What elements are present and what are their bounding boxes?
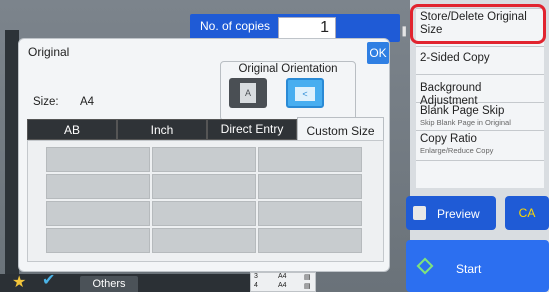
- menu-item-copy-ratio[interactable]: Copy Ratio Enlarge/Reduce Copy: [416, 131, 544, 161]
- landscape-orientation-icon: <: [295, 87, 315, 101]
- orientation-portrait-button[interactable]: A: [229, 78, 267, 108]
- custom-size-slot[interactable]: [152, 228, 256, 253]
- menu-item-subtitle: Skip Blank Page in Original: [420, 118, 511, 127]
- custom-size-slot[interactable]: [258, 201, 362, 226]
- tray-row: 3 A4 ▤: [254, 273, 312, 282]
- tray-number: 4: [254, 282, 258, 289]
- copies-label: No. of copies: [200, 19, 271, 33]
- left-edge-tab: [5, 30, 19, 280]
- custom-size-grid: [27, 140, 384, 262]
- tray-row: 4 A4 ▤: [254, 282, 312, 291]
- orientation-title: Original Orientation: [238, 63, 338, 75]
- check-icon[interactable]: ✔: [42, 272, 55, 290]
- tab-direct-entry[interactable]: Direct Entry: [207, 119, 297, 140]
- menu-item-background-adjustment[interactable]: Background Adjustment: [416, 75, 544, 107]
- portrait-orientation-icon: A: [240, 83, 256, 103]
- custom-size-slot[interactable]: [258, 147, 362, 172]
- custom-size-slot[interactable]: [46, 201, 150, 226]
- size-label: Size:: [33, 96, 59, 108]
- start-label: Start: [456, 262, 482, 276]
- store-delete-highlight: [410, 4, 546, 44]
- tab-custom-size[interactable]: Custom Size: [297, 117, 384, 141]
- custom-size-slot[interactable]: [152, 174, 256, 199]
- tray-size: A4: [278, 273, 287, 280]
- preview-icon: [413, 206, 426, 220]
- menu-item-title: Blank Page Skip: [420, 105, 505, 117]
- custom-size-slot[interactable]: [46, 147, 150, 172]
- tray-number: 3: [254, 273, 258, 280]
- clear-all-button[interactable]: CA: [505, 196, 549, 230]
- custom-size-slot[interactable]: [258, 174, 362, 199]
- dialog-title: Original: [28, 45, 70, 59]
- scroll-indicator-icon: ❚: [400, 26, 409, 37]
- custom-size-slot[interactable]: [46, 174, 150, 199]
- orientation-landscape-button[interactable]: <: [286, 78, 324, 108]
- custom-size-slot[interactable]: [152, 201, 256, 226]
- custom-size-slot[interactable]: [258, 228, 362, 253]
- menu-item-title: Copy Ratio: [420, 133, 477, 145]
- tray-paper-icon: ▤: [304, 274, 311, 281]
- menu-item-blank-page-skip[interactable]: Blank Page Skip Skip Blank Page in Origi…: [416, 103, 544, 131]
- tray-size: A4: [278, 282, 287, 289]
- paper-tray-status[interactable]: 3 A4 ▤ 4 A4 ▤: [250, 272, 316, 292]
- menu-item-2-sided-copy[interactable]: 2-Sided Copy: [416, 47, 544, 75]
- tab-inch[interactable]: Inch: [117, 119, 207, 140]
- tray-paper-icon: ▤: [304, 283, 311, 290]
- copies-input[interactable]: 1: [278, 17, 336, 39]
- tab-ab[interactable]: AB: [27, 119, 117, 140]
- star-icon[interactable]: ★: [12, 274, 26, 292]
- menu-item-subtitle: Enlarge/Reduce Copy: [420, 146, 494, 155]
- custom-size-slot[interactable]: [152, 147, 256, 172]
- menu-item-title: 2-Sided Copy: [420, 52, 490, 64]
- others-button[interactable]: Others: [80, 276, 138, 292]
- ok-button[interactable]: OK: [367, 42, 389, 64]
- preview-label: Preview: [437, 207, 480, 221]
- custom-size-slot[interactable]: [46, 228, 150, 253]
- size-value: A4: [80, 96, 95, 108]
